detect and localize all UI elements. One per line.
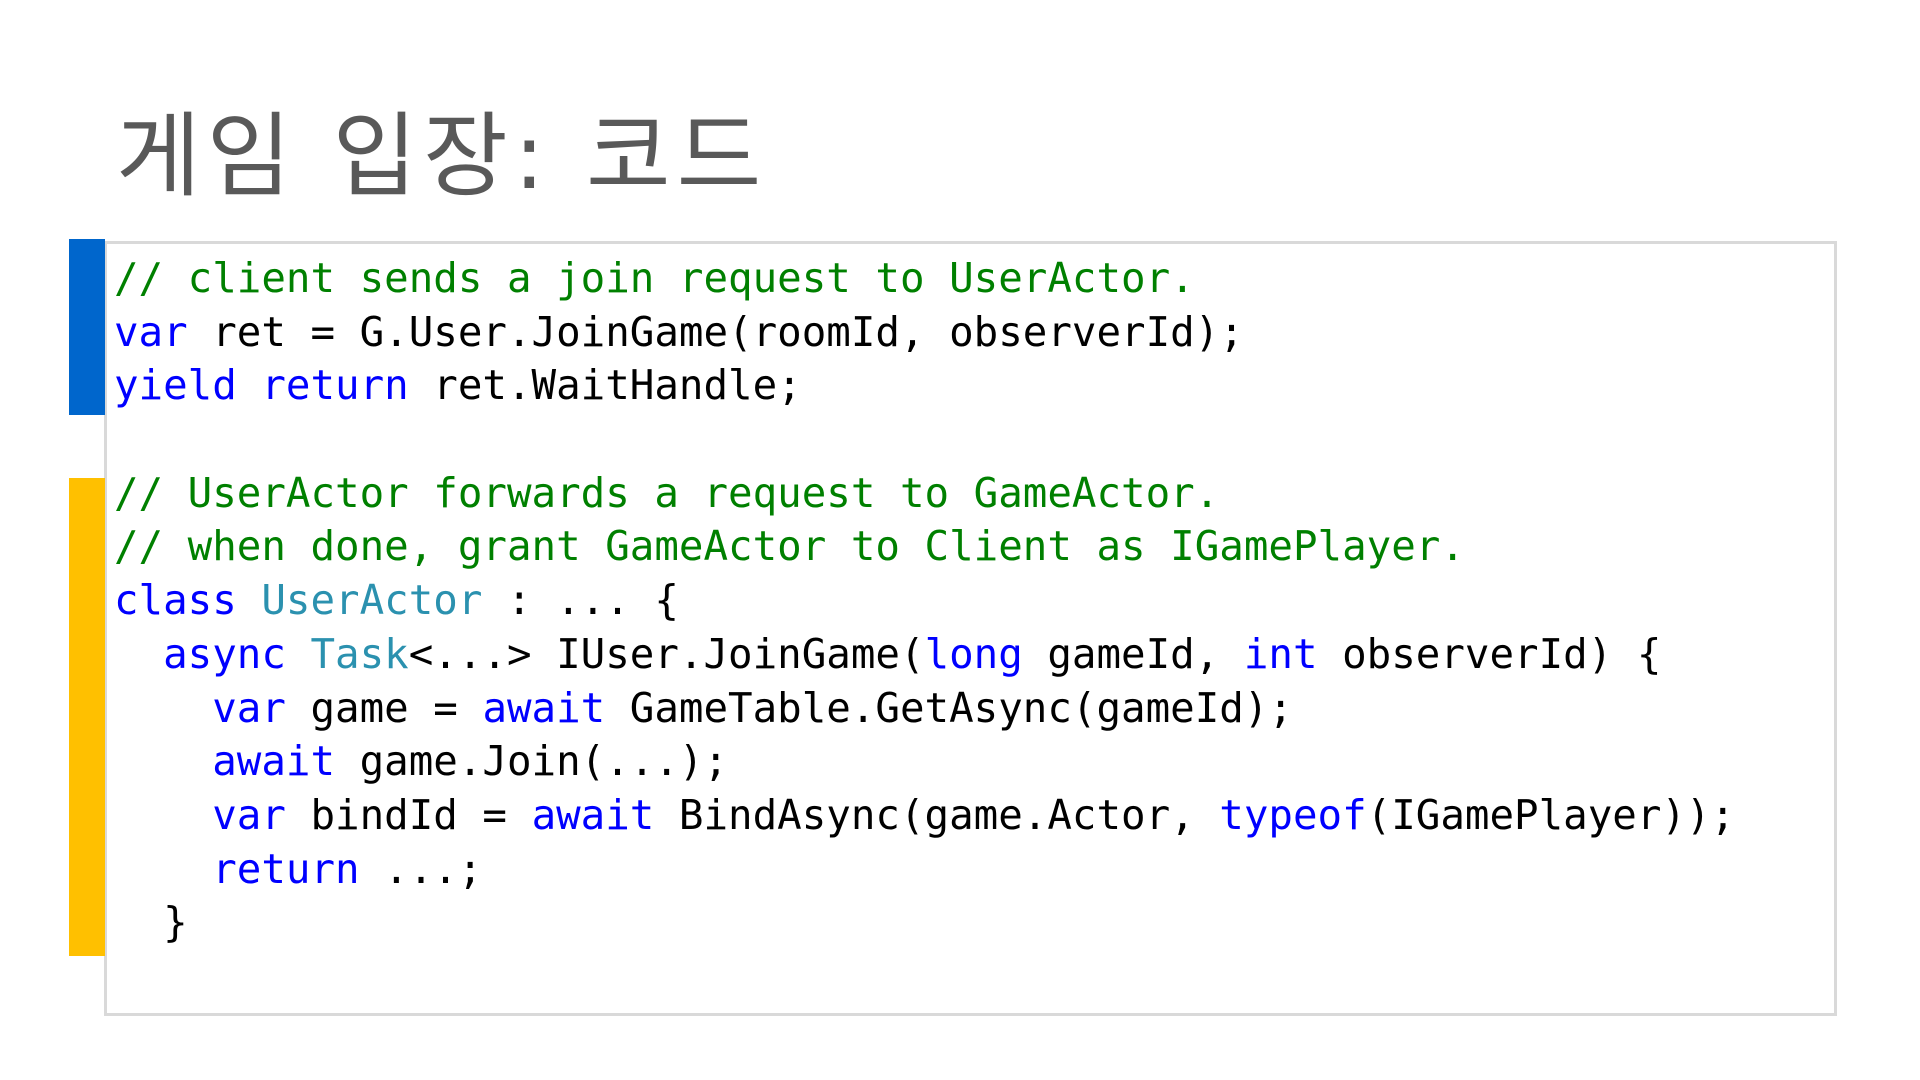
code-token-plain: <...> IUser.JoinGame( [408, 629, 925, 678]
code-token-keyword: return [212, 844, 360, 893]
code-token-plain: game = [285, 683, 483, 732]
code-line: await game.Join(...); [114, 735, 1735, 789]
code-token-keyword: typeof [1219, 790, 1367, 839]
code-line: var ret = G.User.JoinGame(roomId, observ… [114, 306, 1735, 360]
code-token-keyword: var [212, 683, 286, 732]
code-token-type: Task [310, 629, 409, 678]
code-token-keyword: yield [114, 361, 237, 410]
code-token-plain: GameTable.GetAsync(gameId); [605, 683, 1293, 732]
code-token-plain: : ... { [482, 576, 679, 625]
code-token-keyword: await [531, 790, 655, 839]
code-line: // UserActor forwards a request to GameA… [114, 467, 1735, 521]
code-token-comment: // when done, grant GameActor to Client … [114, 522, 1465, 571]
client-section-accent-bar [69, 239, 105, 415]
code-token-keyword: await [482, 683, 606, 732]
code-token-plain: (IGamePlayer)); [1366, 790, 1736, 839]
code-token-plain: ret = G.User.JoinGame(roomId, observerId… [187, 307, 1244, 356]
code-token-type: UserActor [261, 576, 483, 625]
code-token-plain: ret.WaitHandle; [408, 361, 802, 410]
server-section-accent-bar [69, 478, 105, 956]
code-token-plain: gameId, [1022, 629, 1244, 678]
code-token-plain: } [114, 898, 188, 947]
code-line: return ...; [114, 843, 1735, 897]
code-token-keyword: async [163, 629, 286, 678]
code-token-keyword: class [114, 576, 237, 625]
code-token-plain: observerId) { [1317, 629, 1662, 678]
code-token-keyword: await [212, 737, 336, 786]
code-line: // client sends a join request to UserAc… [114, 252, 1735, 306]
code-token-keyword: return [261, 361, 409, 410]
code-line: yield return ret.WaitHandle; [114, 359, 1735, 413]
code-token-keyword: long [924, 629, 1023, 678]
code-line: class UserActor : ... { [114, 574, 1735, 628]
code-line: async Task<...> IUser.JoinGame(long game… [114, 628, 1735, 682]
code-token-plain: BindAsync(game.Actor, [654, 790, 1220, 839]
code-line: var game = await GameTable.GetAsync(game… [114, 682, 1735, 736]
code-token-keyword: var [212, 790, 286, 839]
code-token-keyword: var [114, 307, 188, 356]
code-token-plain: bindId = [285, 790, 532, 839]
slide-title: 게임 입장: 코드 [116, 103, 768, 210]
code-token-comment: // UserActor forwards a request to GameA… [114, 468, 1220, 517]
code-token-plain: game.Join(...); [335, 737, 729, 786]
code-line: // when done, grant GameActor to Client … [114, 520, 1735, 574]
code-token-keyword: int [1243, 629, 1318, 678]
code-token-plain: ...; [359, 844, 483, 893]
code-line: } [114, 896, 1735, 950]
code-line: var bindId = await BindAsync(game.Actor,… [114, 789, 1735, 843]
code-block: // client sends a join request to UserAc… [114, 252, 1735, 950]
code-token-comment: // client sends a join request to UserAc… [114, 254, 1195, 302]
